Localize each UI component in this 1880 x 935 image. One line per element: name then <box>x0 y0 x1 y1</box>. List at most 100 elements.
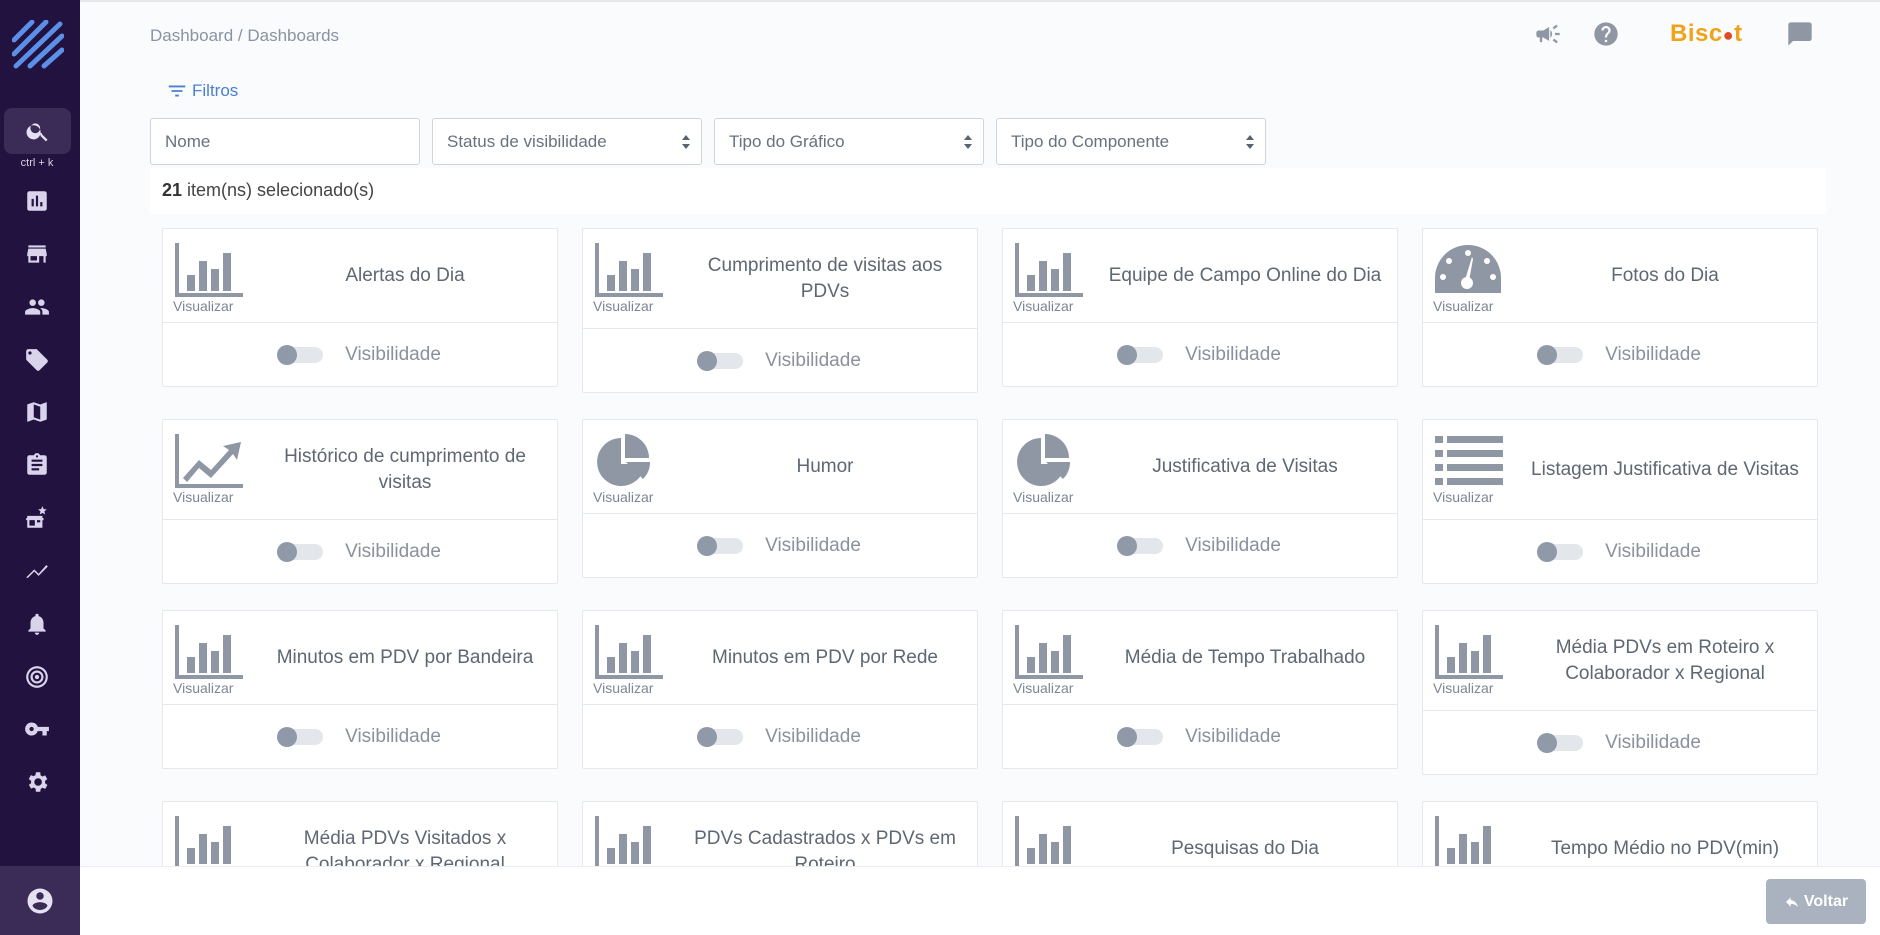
sidebar-item-trends[interactable] <box>22 556 52 586</box>
card-preview-button[interactable]: Visualizar <box>593 243 665 314</box>
card-preview-button[interactable]: Visualizar <box>173 816 245 866</box>
dashboard-card: VisualizarTempo Médio no PDV(min)Visibil… <box>1422 801 1818 866</box>
card-preview-button[interactable]: Visualizar <box>1013 243 1085 314</box>
dashboard-card: Visualizar Média de Tempo Trabalhado Visib… <box>1002 610 1398 769</box>
visibility-status-select[interactable]: Status de visibilidade <box>432 118 702 165</box>
breadcrumb: Dashboard / Dashboards <box>150 26 339 46</box>
top-border <box>80 0 1880 2</box>
visibility-toggle[interactable] <box>697 726 744 747</box>
breadcrumb-current: Dashboards <box>247 26 340 45</box>
card-footer: Visibilidade <box>1003 323 1397 386</box>
visibility-toggle[interactable] <box>1537 344 1584 365</box>
select-arrows-icon <box>964 135 972 149</box>
preview-label: Visualizar <box>593 489 654 505</box>
card-preview-button[interactable]: Visualizar <box>173 625 245 696</box>
card-header: Visualizar Minutos em PDV por Rede <box>583 611 977 705</box>
sidebar-item-map[interactable] <box>22 397 52 427</box>
visibility-toggle[interactable] <box>1117 535 1164 556</box>
bar-chart-icon <box>593 625 665 679</box>
bar-chart-icon <box>173 816 245 866</box>
visibility-toggle[interactable] <box>1537 732 1584 753</box>
visibility-toggle[interactable] <box>277 726 324 747</box>
sidebar-item-tasks[interactable] <box>22 450 52 480</box>
bar-chart-icon <box>1013 816 1085 866</box>
bar-chart-icon <box>593 816 665 866</box>
announcements-button[interactable] <box>1534 20 1562 48</box>
card-preview-button[interactable]: Visualizar <box>593 816 665 866</box>
sidebar-item-notifications[interactable] <box>22 609 52 639</box>
card-preview-button[interactable]: Visualizar <box>1433 625 1505 696</box>
sidebar-item-users[interactable] <box>22 292 52 322</box>
target-icon <box>26 666 48 688</box>
back-button[interactable]: Voltar <box>1766 879 1866 924</box>
card-preview-button[interactable]: Visualizar <box>1433 434 1505 505</box>
visibility-toggle[interactable] <box>277 344 324 365</box>
sidebar-item-tags[interactable] <box>22 345 52 375</box>
breadcrumb-root[interactable]: Dashboard <box>150 26 233 45</box>
card-preview-button[interactable]: Visualizar <box>1433 243 1505 314</box>
card-header: Visualizar Média PDVs em Roteiro x Colabo… <box>1423 611 1817 711</box>
visibility-label: Visibilidade <box>1185 534 1281 556</box>
card-title: Humor <box>796 455 854 477</box>
visibility-toggle[interactable] <box>697 350 744 371</box>
visibility-toggle[interactable] <box>1537 541 1584 562</box>
card-header: Visualizar Alertas do Dia <box>163 229 557 323</box>
visibility-toggle[interactable] <box>1117 344 1164 365</box>
sidebar-search-button[interactable] <box>4 108 71 154</box>
sidebar-item-stores[interactable] <box>22 239 52 269</box>
filters-toggle[interactable]: Filtros <box>166 80 238 102</box>
logo-icon[interactable] <box>11 19 65 70</box>
visibility-label: Visibilidade <box>1185 725 1281 747</box>
sidebar-item-featured-stores[interactable] <box>22 503 52 533</box>
card-preview-button[interactable]: Visualizar <box>593 625 665 696</box>
list-icon <box>1433 434 1505 488</box>
card-footer: Visibilidade <box>1423 520 1817 583</box>
card-header: Visualizar Equipe de Campo Online do Dia <box>1003 229 1397 323</box>
component-type-select[interactable]: Tipo do Componente <box>996 118 1266 165</box>
visibility-toggle[interactable] <box>697 535 744 556</box>
card-preview-button[interactable]: Visualizar <box>173 243 245 314</box>
preview-label: Visualizar <box>1013 680 1074 696</box>
card-preview-button[interactable]: Visualizar <box>1013 434 1085 505</box>
help-button[interactable] <box>1592 20 1620 48</box>
card-footer: Visibilidade <box>1003 514 1397 577</box>
name-filter-input[interactable] <box>165 131 405 152</box>
selection-count-label: item(ns) selecionado(s) <box>187 180 375 200</box>
preview-label: Visualizar <box>173 680 234 696</box>
card-header: Visualizar Tempo Médio no PDV(min) <box>1423 802 1817 866</box>
sidebar-user-profile[interactable] <box>0 866 80 935</box>
filters-label: Filtros <box>192 81 239 100</box>
chat-icon <box>1788 22 1812 46</box>
sidebar-item-goals[interactable] <box>22 662 52 692</box>
name-filter-field[interactable] <box>150 118 420 165</box>
card-title: Alertas do Dia <box>345 264 465 286</box>
visibility-toggle[interactable] <box>277 541 324 562</box>
bar-chart-icon <box>1433 816 1505 866</box>
users-icon <box>25 299 49 315</box>
card-preview-button[interactable]: Visualizar <box>593 434 665 505</box>
card-preview-button[interactable]: Visualizar <box>1013 816 1085 866</box>
dashboard-card: Visualizar Cumprimento de visitas aos PDV… <box>582 228 978 393</box>
chart-type-select[interactable]: Tipo do Gráfico <box>714 118 984 165</box>
card-preview-button[interactable]: Visualizar <box>1433 816 1505 866</box>
card-header: Visualizar Cumprimento de visitas aos PDV… <box>583 229 977 329</box>
card-header: Visualizar Fotos do Dia <box>1423 229 1817 323</box>
selection-count-number: 21 <box>162 180 183 200</box>
card-header: Visualizar Minutos em PDV por Bandeira <box>163 611 557 705</box>
dashboard-card: Visualizar Minutos em PDV por Rede Visibil… <box>582 610 978 769</box>
card-header: Visualizar Justificativa de Visitas <box>1003 420 1397 514</box>
card-footer: Visibilidade <box>583 514 977 577</box>
sidebar-item-dashboard[interactable] <box>22 186 52 216</box>
visibility-toggle[interactable] <box>1117 726 1164 747</box>
sidebar-item-access-keys[interactable] <box>22 714 52 744</box>
preview-label: Visualizar <box>1433 298 1494 314</box>
preview-label: Visualizar <box>173 298 234 314</box>
dashboard-card: Visualizar PDVs Cadastrados x PDVs em Rot… <box>582 801 978 866</box>
sidebar-item-settings[interactable] <box>22 767 52 797</box>
card-footer: Visibilidade <box>583 329 977 392</box>
help-icon <box>1594 22 1618 46</box>
card-preview-button[interactable]: Visualizar <box>173 434 245 505</box>
sidebar: ctrl + k <box>0 0 80 935</box>
card-preview-button[interactable]: Visualizar <box>1013 625 1085 696</box>
chat-button[interactable] <box>1786 20 1814 48</box>
